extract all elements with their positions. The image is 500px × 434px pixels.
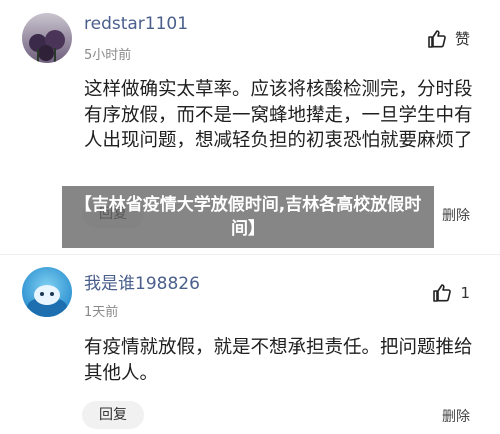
timestamp: 1天前 <box>84 305 119 320</box>
title-banner-overlay: 【吉林省疫情大学放假时间,吉林各高校放假时间】 <box>62 186 434 248</box>
delete-button[interactable]: 删除 <box>442 205 470 225</box>
like-button[interactable]: 赞 <box>427 28 470 49</box>
reply-button[interactable]: 回复 <box>82 401 144 429</box>
comment-body: 这样做确实太草率。应该将核酸检测完，分时段有序放假，而不是一窝蜂地撵走，一旦学生… <box>84 79 473 151</box>
username[interactable]: 我是谁198826 <box>84 269 200 294</box>
comment-body: 有疫情就放假，就是不想承担责任。把问题推给其他人。 <box>84 337 473 384</box>
comment-item: 我是谁198826 1天前 1 有疫情就放假，就是不想承担责任。把问题推给其他人… <box>0 255 500 434</box>
username[interactable]: redstar1101 <box>84 14 188 34</box>
cartoon-avatar-image <box>22 267 72 317</box>
like-count: 1 <box>460 284 470 302</box>
flower-avatar-image <box>22 13 72 63</box>
delete-button[interactable]: 删除 <box>442 406 470 426</box>
like-button[interactable]: 1 <box>432 283 470 303</box>
thumbs-up-icon <box>428 29 446 48</box>
thumbs-up-icon <box>433 284 452 302</box>
timestamp: 5小时前 <box>84 48 132 63</box>
avatar[interactable] <box>22 267 72 317</box>
like-label: 赞 <box>454 30 470 48</box>
banner-text: 【吉林省疫情大学放假时间,吉林各高校放假时间】 <box>74 195 422 239</box>
avatar[interactable] <box>22 13 72 63</box>
